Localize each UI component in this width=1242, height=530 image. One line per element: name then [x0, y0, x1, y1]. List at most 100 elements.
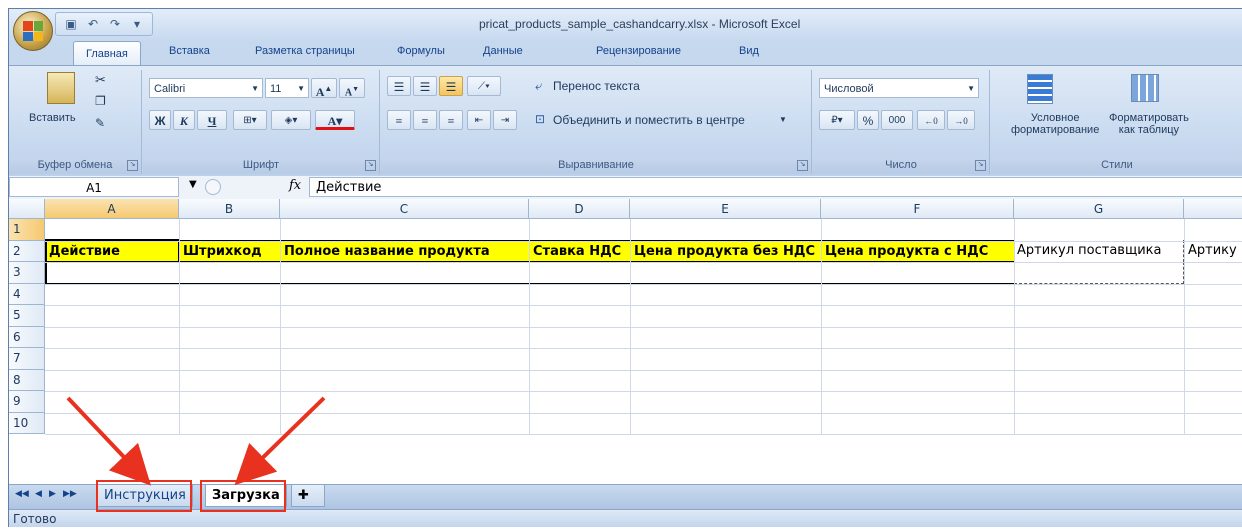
name-box-dropdown-icon[interactable]: ▼ — [189, 179, 197, 190]
select-all-corner[interactable] — [9, 199, 45, 219]
prev-sheet-icon[interactable]: ◀ — [35, 489, 42, 499]
cell-f1[interactable]: Цена продукта с НДС — [821, 240, 1015, 262]
align-center-icon[interactable]: ≡ — [413, 110, 437, 130]
bold-button[interactable]: Ж — [149, 110, 171, 130]
cell-e1[interactable]: Цена продукта без НДС — [630, 240, 822, 262]
column-header-d[interactable]: D — [529, 199, 630, 219]
row-gridline — [45, 262, 1242, 263]
office-button[interactable] — [13, 11, 53, 51]
increase-indent-icon[interactable]: ⇥ — [493, 110, 517, 130]
row-header-2[interactable]: 2 — [9, 240, 45, 262]
tab-review[interactable]: Рецензирование — [596, 45, 681, 57]
cell-g1[interactable]: Артикул поставщика — [1014, 240, 1184, 262]
decrease-indent-icon[interactable]: ⇤ — [467, 110, 491, 130]
align-middle-icon[interactable]: ☰ — [413, 76, 437, 96]
column-header-e[interactable]: E — [630, 199, 821, 219]
cell-f2[interactable] — [821, 262, 1015, 284]
formula-input[interactable]: Действие — [309, 177, 1242, 197]
cell-h1[interactable]: Артику — [1185, 240, 1242, 262]
undo-icon[interactable]: ↶ — [84, 17, 102, 31]
font-name-select[interactable]: Calibri ▼ — [149, 78, 263, 98]
tab-view[interactable]: Вид — [739, 45, 759, 57]
name-box[interactable]: A1 — [9, 177, 179, 197]
cell-e2[interactable] — [630, 262, 822, 284]
merge-center-dropdown-icon[interactable]: ▼ — [779, 115, 787, 124]
column-gridline — [280, 219, 281, 434]
cell-b2[interactable] — [179, 262, 281, 284]
borders-icon[interactable]: ⊞▾ — [233, 110, 267, 130]
row-header-6[interactable]: 6 — [9, 326, 45, 348]
decrease-decimal-icon[interactable]: →0 — [947, 110, 975, 130]
sheet-tab-bar: ◀◀ ◀ ▶ ▶▶ Инструкция Загрузка ✚ — [9, 484, 1242, 509]
percent-button[interactable]: % — [857, 110, 879, 130]
wrap-text-button[interactable]: Перенос текста — [553, 79, 640, 93]
customize-qat-icon[interactable]: ▾ — [128, 17, 146, 31]
align-bottom-icon[interactable]: ☰ — [439, 76, 463, 96]
column-header-b[interactable]: B — [179, 199, 280, 219]
conditional-format-button[interactable]: Условное форматирование — [1011, 112, 1099, 136]
next-sheet-icon[interactable]: ▶ — [49, 489, 56, 499]
cut-icon[interactable]: ✂ — [95, 72, 106, 88]
cell-c2[interactable] — [280, 262, 530, 284]
paste-button[interactable]: Вставить — [29, 112, 76, 124]
number-launcher-icon[interactable]: ↘ — [975, 160, 986, 171]
last-sheet-icon[interactable]: ▶▶ — [63, 489, 77, 499]
cell-c1[interactable]: Полное название продукта — [280, 240, 530, 262]
tab-formulas[interactable]: Формулы — [397, 45, 445, 57]
tab-home[interactable]: Главная — [73, 41, 141, 66]
font-launcher-icon[interactable]: ↘ — [365, 160, 376, 171]
row-header-5[interactable]: 5 — [9, 305, 45, 327]
orientation-icon[interactable]: ⟋▾ — [467, 76, 501, 96]
currency-icon[interactable]: ₽▾ — [819, 110, 855, 130]
row-header-4[interactable]: 4 — [9, 283, 45, 305]
column-header-h[interactable] — [1184, 199, 1242, 219]
thousands-button[interactable]: 000 — [881, 110, 913, 130]
merge-center-button[interactable]: Объединить и поместить в центре — [553, 113, 745, 127]
clipboard-group: Вставить ✂ ❐ ✎ Буфер обмена ↘ — [9, 70, 142, 174]
column-gridline — [1014, 219, 1015, 434]
column-header-a[interactable]: A — [45, 199, 179, 219]
align-left-icon[interactable]: ≡ — [387, 110, 411, 130]
column-header-c[interactable]: C — [280, 199, 529, 219]
copy-icon[interactable]: ❐ — [95, 94, 106, 108]
align-right-icon[interactable]: ≡ — [439, 110, 463, 130]
column-header-f[interactable]: F — [821, 199, 1014, 219]
redo-icon[interactable]: ↷ — [106, 17, 124, 31]
row-header-10[interactable]: 10 — [9, 412, 45, 434]
title-bar: pricat_products_sample_cashandcarry.xlsx… — [9, 9, 1242, 41]
tab-insert[interactable]: Вставка — [169, 45, 210, 57]
fill-color-icon[interactable]: ◈▾ — [271, 110, 311, 130]
cell-a2[interactable] — [45, 262, 180, 284]
format-painter-icon[interactable]: ✎ — [95, 116, 105, 130]
font-size-select[interactable]: 11 ▼ — [265, 78, 309, 98]
row-header-1[interactable]: 1 — [9, 219, 45, 241]
shrink-font-button[interactable]: A▼ — [339, 78, 365, 98]
font-color-icon[interactable]: A▾ — [315, 110, 355, 130]
save-icon[interactable]: ▣ — [62, 17, 80, 31]
alignment-launcher-icon[interactable]: ↘ — [797, 160, 808, 171]
format-as-table-button[interactable]: Форматировать как таблицу — [1109, 112, 1189, 136]
row-gridline — [45, 412, 1242, 414]
formula-cancel-icon[interactable] — [205, 179, 221, 195]
grow-font-button[interactable]: A▲ — [311, 78, 337, 99]
cell-b1[interactable]: Штрихкод — [179, 240, 281, 262]
row-header-3[interactable]: 3 — [9, 262, 45, 284]
italic-button[interactable]: К — [173, 110, 195, 130]
cell-g2[interactable] — [1014, 262, 1184, 284]
clipboard-launcher-icon[interactable]: ↘ — [127, 160, 138, 171]
insert-sheet-icon[interactable]: ✚ — [291, 485, 325, 507]
tab-page-layout[interactable]: Разметка страницы — [255, 45, 355, 57]
first-sheet-icon[interactable]: ◀◀ — [15, 489, 29, 499]
underline-button[interactable]: Ч — [197, 110, 227, 130]
increase-decimal-icon[interactable]: ←0 — [917, 110, 945, 130]
row-header-9[interactable]: 9 — [9, 391, 45, 413]
tab-data[interactable]: Данные — [483, 45, 523, 57]
row-header-7[interactable]: 7 — [9, 348, 45, 370]
number-format-select[interactable]: Числовой ▼ — [819, 78, 979, 98]
align-top-icon[interactable]: ☰ — [387, 76, 411, 96]
row-header-8[interactable]: 8 — [9, 369, 45, 391]
insert-function-icon[interactable]: fx — [289, 178, 301, 193]
cell-d2[interactable] — [529, 262, 631, 284]
column-header-g[interactable]: G — [1014, 199, 1184, 219]
cell-d1[interactable]: Ставка НДС — [529, 240, 631, 262]
